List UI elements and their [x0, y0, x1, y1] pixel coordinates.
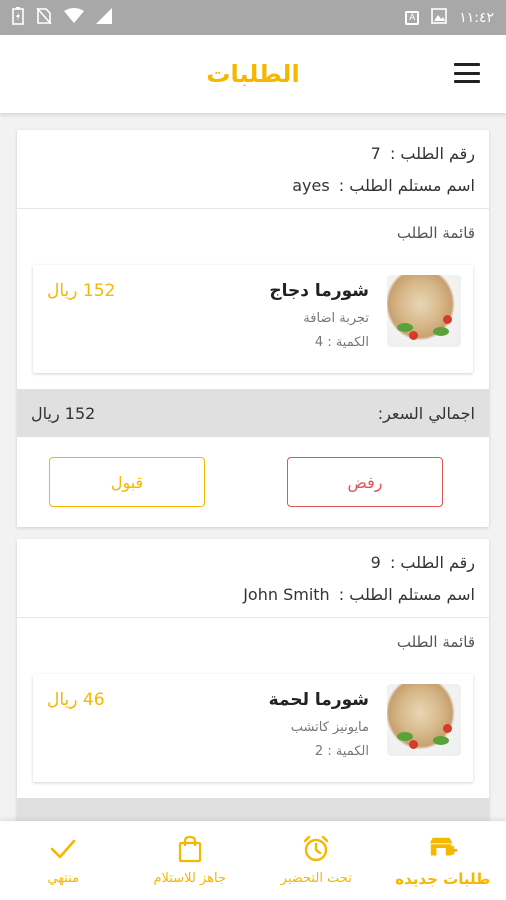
accept-button[interactable]: قبول — [49, 457, 205, 507]
nav-ready-for-pickup[interactable]: جاهز للاستلام — [127, 821, 254, 900]
status-icons-right: A ١١:٤٢ — [405, 7, 494, 28]
image-icon — [431, 7, 448, 28]
signal-icon — [96, 7, 112, 28]
recipient-label: اسم مستلم الطلب : — [338, 176, 475, 195]
item-addon: تجربة اضافة — [303, 311, 369, 326]
order-number: 7 — [370, 144, 381, 163]
app-bar: الطلبات — [0, 35, 506, 113]
item-addon: مايونيز كاتشب — [290, 720, 369, 735]
item-quantity: الكمية : 2 — [314, 744, 369, 759]
order-actions: رفض قبول — [17, 437, 489, 527]
alarm-clock-icon — [301, 835, 331, 863]
no-sim-icon — [36, 6, 52, 29]
status-time: ١١:٤٢ — [459, 9, 494, 26]
battery-icon — [12, 6, 24, 29]
accessibility-a-icon: A — [405, 10, 420, 25]
nav-label: جاهز للاستلام — [153, 871, 227, 886]
order-number: 9 — [370, 553, 381, 572]
total-label: اجمالي السعر: — [377, 403, 475, 423]
orders-list[interactable]: رقم الطلب : 7 اسم مستلم الطلب : ayes قائ… — [0, 113, 506, 821]
checkmark-icon — [48, 835, 78, 863]
item-quantity: الكمية : 4 — [314, 335, 369, 350]
hamburger-menu-icon[interactable] — [454, 63, 480, 83]
item-price: 46 ريال — [47, 690, 105, 710]
bottom-navigation: طلبات جديده تحت التحضير جاهز للاستلام من… — [0, 821, 506, 900]
recipient-label: اسم مستلم الطلب : — [338, 585, 475, 604]
wifi-icon — [64, 7, 84, 28]
order-number-line: رقم الطلب : 9 — [31, 547, 475, 579]
item-name: شورما لحمة — [268, 690, 369, 710]
recipient-name: ayes — [292, 176, 330, 195]
order-card: رقم الطلب : 9 اسم مستلم الطلب : John Smi… — [17, 539, 489, 821]
recipient-name: John Smith — [243, 585, 330, 604]
nav-new-orders[interactable]: طلبات جديده — [380, 821, 506, 900]
nav-label: منتهي — [47, 871, 80, 886]
nav-label: تحت التحضير — [280, 871, 352, 886]
order-header: رقم الطلب : 7 اسم مستلم الطلب : ayes — [17, 130, 489, 209]
order-item-card[interactable]: شورما لحمة مايونيز كاتشب الكمية : 2 46 ر… — [33, 674, 473, 782]
order-list-title: قائمة الطلب — [396, 224, 475, 242]
nav-in-preparation[interactable]: تحت التحضير — [253, 821, 380, 900]
recipient-line: اسم مستلم الطلب : John Smith — [31, 579, 475, 611]
item-thumbnail — [387, 275, 461, 347]
order-list-title: قائمة الطلب — [396, 633, 475, 651]
recipient-line: اسم مستلم الطلب : ayes — [31, 170, 475, 202]
shopping-bag-icon — [175, 835, 205, 863]
page-title: الطلبات — [206, 60, 300, 88]
item-name: شورما دجاج — [269, 281, 369, 301]
status-icons-left — [12, 6, 112, 29]
total-bar: اجمالي السعر: 152 ريال — [17, 389, 489, 437]
order-number-label: رقم الطلب : — [389, 144, 475, 163]
reject-button[interactable]: رفض — [287, 457, 443, 507]
total-value: 152 ريال — [31, 403, 96, 423]
item-price: 152 ريال — [47, 281, 116, 301]
order-header: رقم الطلب : 9 اسم مستلم الطلب : John Smi… — [17, 539, 489, 618]
status-bar: A ١١:٤٢ — [0, 0, 506, 35]
nav-completed[interactable]: منتهي — [0, 821, 127, 900]
item-thumbnail — [387, 684, 461, 756]
nav-label: طلبات جديده — [395, 869, 491, 888]
order-number-line: رقم الطلب : 7 — [31, 138, 475, 170]
order-item-card[interactable]: شورما دجاج تجربة اضافة الكمية : 4 152 ري… — [33, 265, 473, 373]
total-bar — [17, 798, 489, 821]
new-orders-icon — [428, 834, 458, 862]
order-number-label: رقم الطلب : — [389, 553, 475, 572]
order-card: رقم الطلب : 7 اسم مستلم الطلب : ayes قائ… — [17, 130, 489, 527]
